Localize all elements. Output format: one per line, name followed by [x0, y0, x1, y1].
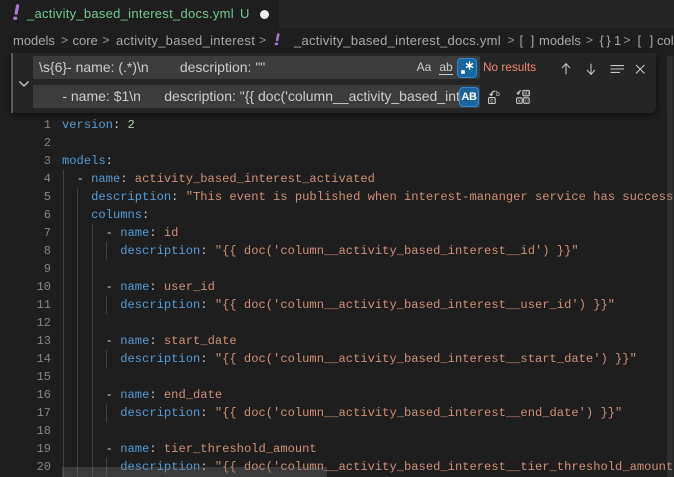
- svg-text:b: b: [496, 91, 500, 98]
- svg-text:c: c: [525, 98, 528, 104]
- svg-text:ab: ab: [523, 91, 529, 97]
- svg-text:x: x: [518, 98, 521, 104]
